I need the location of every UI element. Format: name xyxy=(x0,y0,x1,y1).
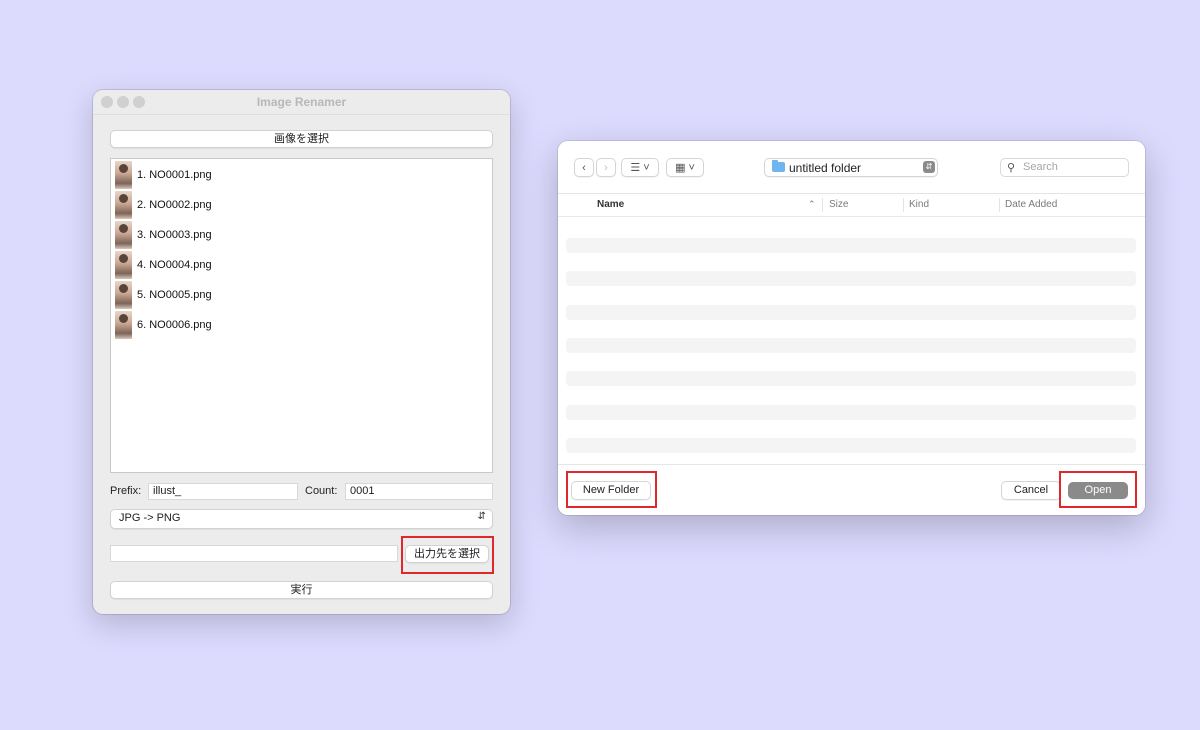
column-header-size[interactable]: Size xyxy=(829,199,848,210)
folder-path-popup[interactable]: untitled folder ⇵ xyxy=(764,158,938,177)
file-name: 3. NO0003.png xyxy=(137,229,212,241)
highlight-box xyxy=(1059,471,1137,508)
window-title: Image Renamer xyxy=(256,95,347,109)
column-header-row: Name ⌃ Size Kind Date Added xyxy=(558,194,1145,217)
image-thumbnail xyxy=(115,161,132,189)
highlight-box xyxy=(566,471,657,508)
column-separator[interactable] xyxy=(903,198,904,212)
column-separator[interactable] xyxy=(822,198,823,212)
count-label: Count: xyxy=(305,485,338,497)
search-placeholder: Search xyxy=(1023,161,1058,173)
image-thumbnail xyxy=(115,251,132,279)
file-name: 6. NO0006.png xyxy=(137,319,212,331)
column-header-date-added[interactable]: Date Added xyxy=(1005,199,1057,210)
grid-view-icon: ▦ ˅ xyxy=(675,162,695,174)
image-thumbnail xyxy=(115,191,132,219)
list-item[interactable]: 4. NO0004.png xyxy=(115,251,212,279)
empty-row-stripe xyxy=(566,305,1136,320)
empty-row-stripe xyxy=(566,438,1136,453)
search-field[interactable]: ⚲ Search xyxy=(1000,158,1129,177)
image-thumbnail xyxy=(115,281,132,309)
output-path-input[interactable] xyxy=(110,545,398,562)
list-view-button[interactable]: ☰ ˅ xyxy=(621,158,659,177)
conversion-select-value: JPG -> PNG xyxy=(119,512,181,524)
list-item[interactable]: 3. NO0003.png xyxy=(115,221,212,249)
list-item[interactable]: 2. NO0002.png xyxy=(115,191,212,219)
chevron-updown-icon: ⇵ xyxy=(923,161,935,173)
chevron-updown-icon: ⇵ xyxy=(477,511,486,522)
open-file-dialog: ‹ › ☰ ˅ ▦ ˅ untitled folder ⇵ ⚲ Search N… xyxy=(558,141,1145,515)
file-name: 4. NO0004.png xyxy=(137,259,212,271)
highlight-box xyxy=(401,536,494,574)
empty-row-stripe xyxy=(566,405,1136,420)
dialog-toolbar: ‹ › ☰ ˅ ▦ ˅ untitled folder ⇵ ⚲ Search xyxy=(558,141,1145,194)
current-folder-name: untitled folder xyxy=(789,161,862,175)
empty-row-stripe xyxy=(566,338,1136,353)
image-thumbnail xyxy=(115,221,132,249)
file-name: 2. NO0002.png xyxy=(137,199,212,211)
empty-row-stripe xyxy=(566,238,1136,253)
list-item[interactable]: 5. NO0005.png xyxy=(115,281,212,309)
sort-ascending-icon: ⌃ xyxy=(808,199,816,209)
file-name: 5. NO0005.png xyxy=(137,289,212,301)
forward-button[interactable]: › xyxy=(596,158,616,177)
conversion-select[interactable]: JPG -> PNG ⇵ xyxy=(110,509,493,529)
chevron-right-icon: › xyxy=(604,161,608,174)
chevron-left-icon: ‹ xyxy=(582,161,586,174)
prefix-input[interactable]: illust_ xyxy=(148,483,298,500)
list-view-icon: ☰ ˅ xyxy=(630,162,650,174)
list-item[interactable]: 1. NO0001.png xyxy=(115,161,212,189)
select-images-button[interactable]: 画像を選択 xyxy=(110,130,493,148)
folder-icon xyxy=(772,160,785,172)
cancel-button[interactable]: Cancel xyxy=(1001,481,1061,500)
search-icon: ⚲ xyxy=(1007,162,1016,174)
empty-row-stripe xyxy=(566,371,1136,386)
file-name: 1. NO0001.png xyxy=(137,169,212,181)
count-input[interactable]: 0001 xyxy=(345,483,493,500)
prefix-label: Prefix: xyxy=(110,485,142,497)
column-header-kind[interactable]: Kind xyxy=(909,199,929,210)
column-separator[interactable] xyxy=(999,198,1000,212)
column-header-name[interactable]: Name xyxy=(597,199,624,210)
title-bar[interactable]: Image Renamer xyxy=(93,90,510,115)
list-item[interactable]: 6. NO0006.png xyxy=(115,311,212,339)
image-thumbnail xyxy=(115,311,132,339)
empty-row-stripe xyxy=(566,271,1136,286)
run-button[interactable]: 実行 xyxy=(110,581,493,599)
file-list[interactable]: 1. NO0001.png 2. NO0002.png 3. NO0003.pn… xyxy=(110,158,493,473)
grid-view-button[interactable]: ▦ ˅ xyxy=(666,158,704,177)
back-button[interactable]: ‹ xyxy=(574,158,594,177)
